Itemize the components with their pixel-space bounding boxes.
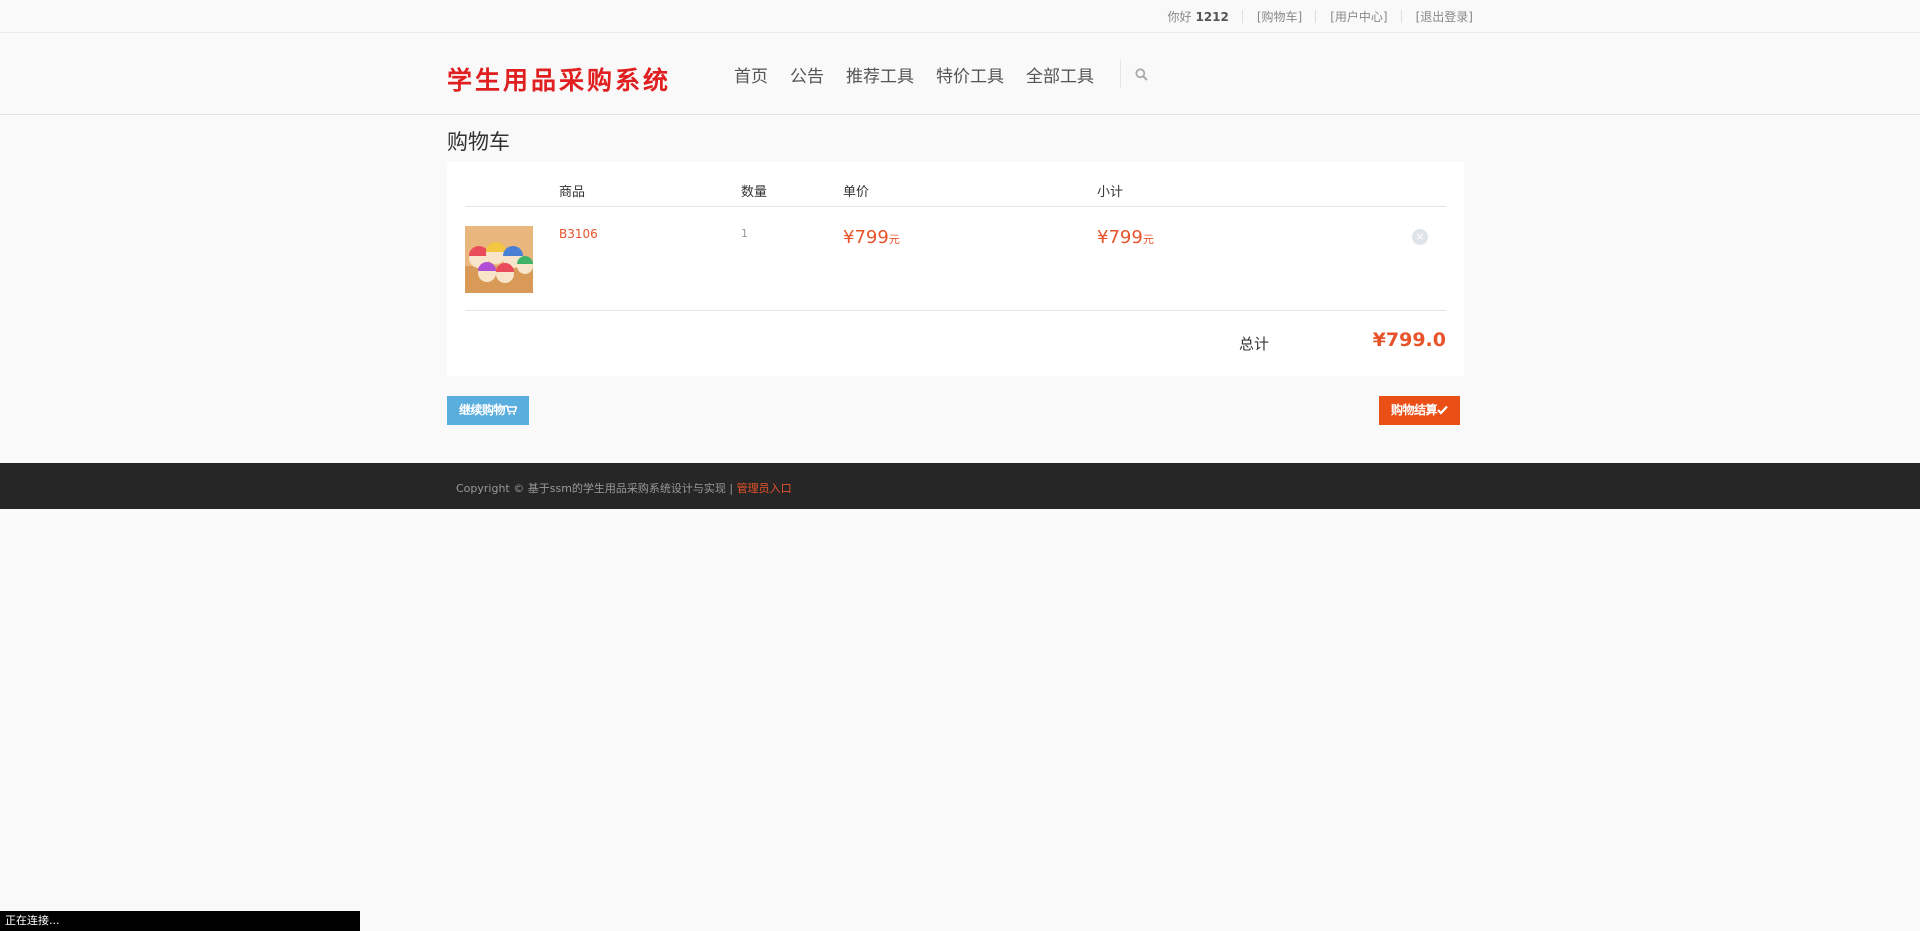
top-bar-links: 你好 1212 [购物车] [用户中心] [退出登录] (1167, 0, 1473, 33)
username: 1212 (1195, 10, 1229, 24)
column-header-product: 商品 (559, 185, 586, 200)
unit-price-unit: 元 (888, 233, 900, 246)
column-header-quantity: 数量 (741, 185, 768, 200)
subtotal-symbol: ¥ (1097, 227, 1109, 248)
greeting-text: 你好 (1167, 10, 1192, 24)
column-header-unit-price: 单价 (843, 185, 870, 200)
main-nav: 首页 公告 推荐工具 特价工具 全部工具 (734, 33, 1161, 115)
cart-icon (505, 405, 518, 415)
product-name-link[interactable]: B3106 (559, 227, 598, 241)
remove-item-button[interactable]: × (1412, 229, 1428, 245)
continue-shopping-button[interactable]: 继续购物 (447, 396, 530, 425)
user-center-link[interactable]: [用户中心] (1316, 8, 1400, 25)
nav-special-tools[interactable]: 特价工具 (936, 62, 1004, 87)
table-row: B3106 1 ¥799元 ¥799元 × (465, 207, 1446, 311)
table-header: 商品 数量 单价 小计 (465, 162, 1446, 207)
nav-home[interactable]: 首页 (734, 62, 768, 87)
continue-shopping-label: 继续购物 (459, 403, 506, 417)
checkout-label: 购物结算 (1391, 403, 1438, 417)
cart-link[interactable]: [购物车] (1243, 8, 1315, 25)
checkout-button[interactable]: 购物结算 (1379, 396, 1461, 425)
top-bar: 你好 1212 [购物车] [用户中心] [退出登录] (0, 0, 1920, 33)
close-icon: × (1415, 230, 1425, 243)
nav-recommended-tools[interactable]: 推荐工具 (846, 62, 914, 87)
greeting: 你好 1212 (1167, 8, 1241, 25)
subtotal-unit: 元 (1142, 233, 1154, 246)
column-header-subtotal: 小计 (1097, 185, 1124, 200)
total-value: ¥799.0 (1372, 329, 1446, 351)
unit-price: ¥799元 (843, 227, 900, 248)
search-button[interactable] (1121, 59, 1161, 89)
nav-notice[interactable]: 公告 (790, 62, 824, 87)
check-icon (1437, 405, 1448, 415)
subtotal-value: 799 (1108, 227, 1143, 248)
footer-content: Copyright © 基于ssm的学生用品采购系统设计与实现 | 管理员入口 (456, 480, 792, 496)
search-icon (1134, 67, 1148, 81)
cart-table: 商品 数量 单价 小计 B3106 1 ¥799元 ¥799元 × 总计 ¥79… (447, 162, 1464, 376)
site-logo[interactable]: 学生用品采购系统 (447, 61, 671, 97)
header: 学生用品采购系统 首页 公告 推荐工具 特价工具 全部工具 (0, 33, 1920, 115)
copyright-text: Copyright © 基于ssm的学生用品采购系统设计与实现 | (456, 482, 734, 495)
product-thumbnail[interactable] (465, 226, 533, 293)
unit-price-symbol: ¥ (843, 227, 855, 248)
nav-all-tools[interactable]: 全部工具 (1026, 62, 1094, 87)
admin-link[interactable]: 管理员入口 (737, 482, 792, 495)
total-row: 总计 ¥799.0 (465, 311, 1446, 374)
subtotal-price: ¥799元 (1097, 227, 1154, 248)
logout-link[interactable]: [退出登录] (1402, 8, 1473, 25)
unit-price-value: 799 (854, 227, 889, 248)
browser-status-bar: 正在连接... (0, 911, 360, 931)
product-quantity[interactable]: 1 (741, 227, 748, 240)
page-title: 购物车 (447, 130, 510, 154)
footer: Copyright © 基于ssm的学生用品采购系统设计与实现 | 管理员入口 (0, 463, 1920, 509)
total-label: 总计 (1239, 335, 1270, 353)
